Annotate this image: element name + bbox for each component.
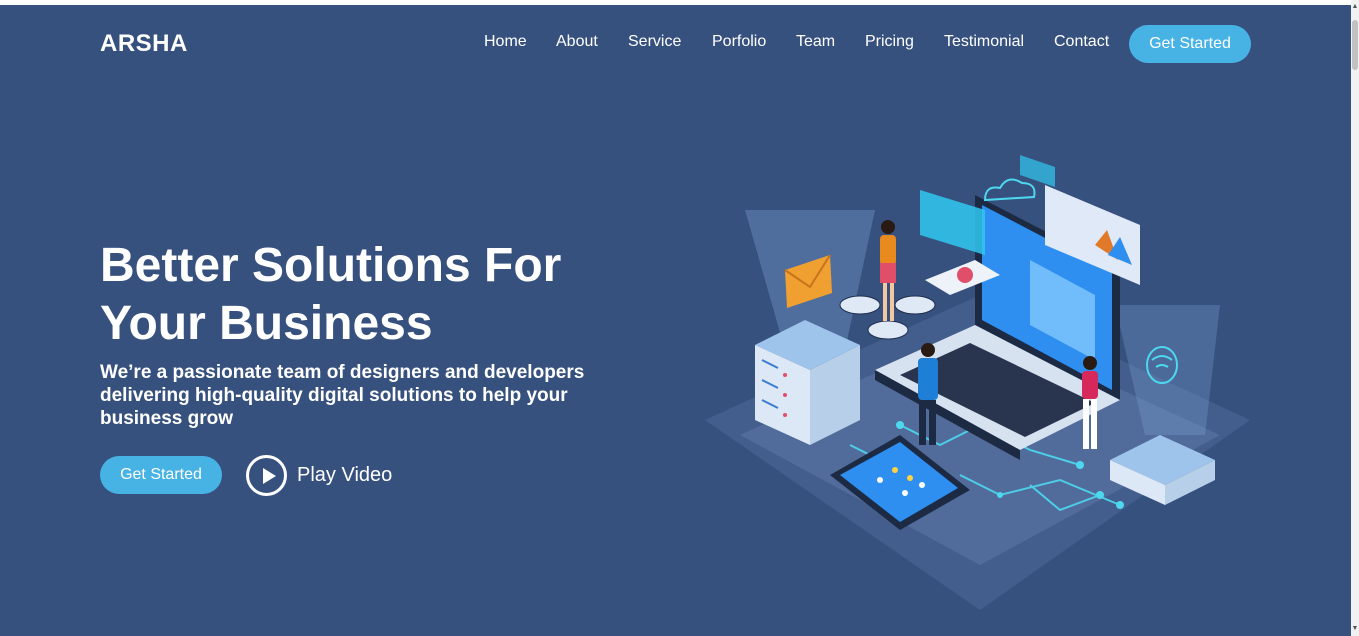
nav-service[interactable]: Service (628, 33, 681, 51)
hero-title: Better Solutions For Your Business (100, 239, 562, 350)
nav-get-started-button[interactable]: Get Started (1129, 25, 1251, 63)
hero-get-started-button[interactable]: Get Started (100, 456, 222, 494)
nav-pricing[interactable]: Pricing (865, 33, 914, 51)
vertical-scrollbar[interactable]: ▲ ▼ (1351, 0, 1359, 636)
nav-contact[interactable]: Contact (1054, 33, 1109, 51)
scroll-up-arrow-icon[interactable]: ▲ (1351, 0, 1359, 14)
hero-subtitle: We’re a passionate team of designers and… (100, 362, 585, 429)
nav-testimonial[interactable]: Testimonial (944, 33, 1024, 51)
hero-section: ARSHA Home About Service Porfolio Team P… (0, 5, 1351, 636)
nav-team[interactable]: Team (796, 33, 835, 51)
nav-about[interactable]: About (556, 33, 598, 51)
nav-portfolio[interactable]: Porfolio (712, 33, 766, 51)
play-circle-icon (246, 454, 287, 496)
scrollbar-thumb[interactable] (1352, 20, 1358, 70)
play-video-button[interactable]: Play Video (246, 454, 392, 496)
nav-home[interactable]: Home (484, 33, 527, 51)
scroll-down-arrow-icon[interactable]: ▼ (1351, 622, 1359, 636)
tech-isometric-illustration (705, 155, 1250, 610)
play-video-label: Play Video (297, 463, 393, 486)
